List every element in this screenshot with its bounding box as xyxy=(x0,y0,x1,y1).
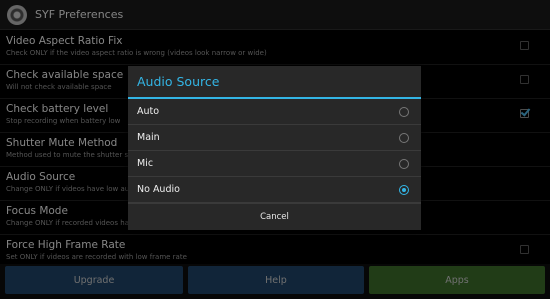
radio-button[interactable] xyxy=(399,159,409,169)
radio-button[interactable] xyxy=(399,133,409,143)
option-main[interactable]: Main xyxy=(128,125,421,151)
dialog-title: Audio Source xyxy=(128,66,421,99)
option-label: Main xyxy=(137,132,160,143)
option-label: Auto xyxy=(137,106,160,117)
option-auto[interactable]: Auto xyxy=(128,99,421,125)
cancel-button[interactable]: Cancel xyxy=(128,203,421,230)
option-no-audio[interactable]: No Audio xyxy=(128,177,421,203)
radio-button[interactable] xyxy=(399,107,409,117)
radio-button-selected[interactable] xyxy=(399,185,409,195)
option-label: No Audio xyxy=(137,184,180,195)
audio-source-dialog: Audio Source Auto Main Mic No Audio Canc… xyxy=(128,66,421,230)
option-mic[interactable]: Mic xyxy=(128,151,421,177)
option-label: Mic xyxy=(137,158,154,169)
